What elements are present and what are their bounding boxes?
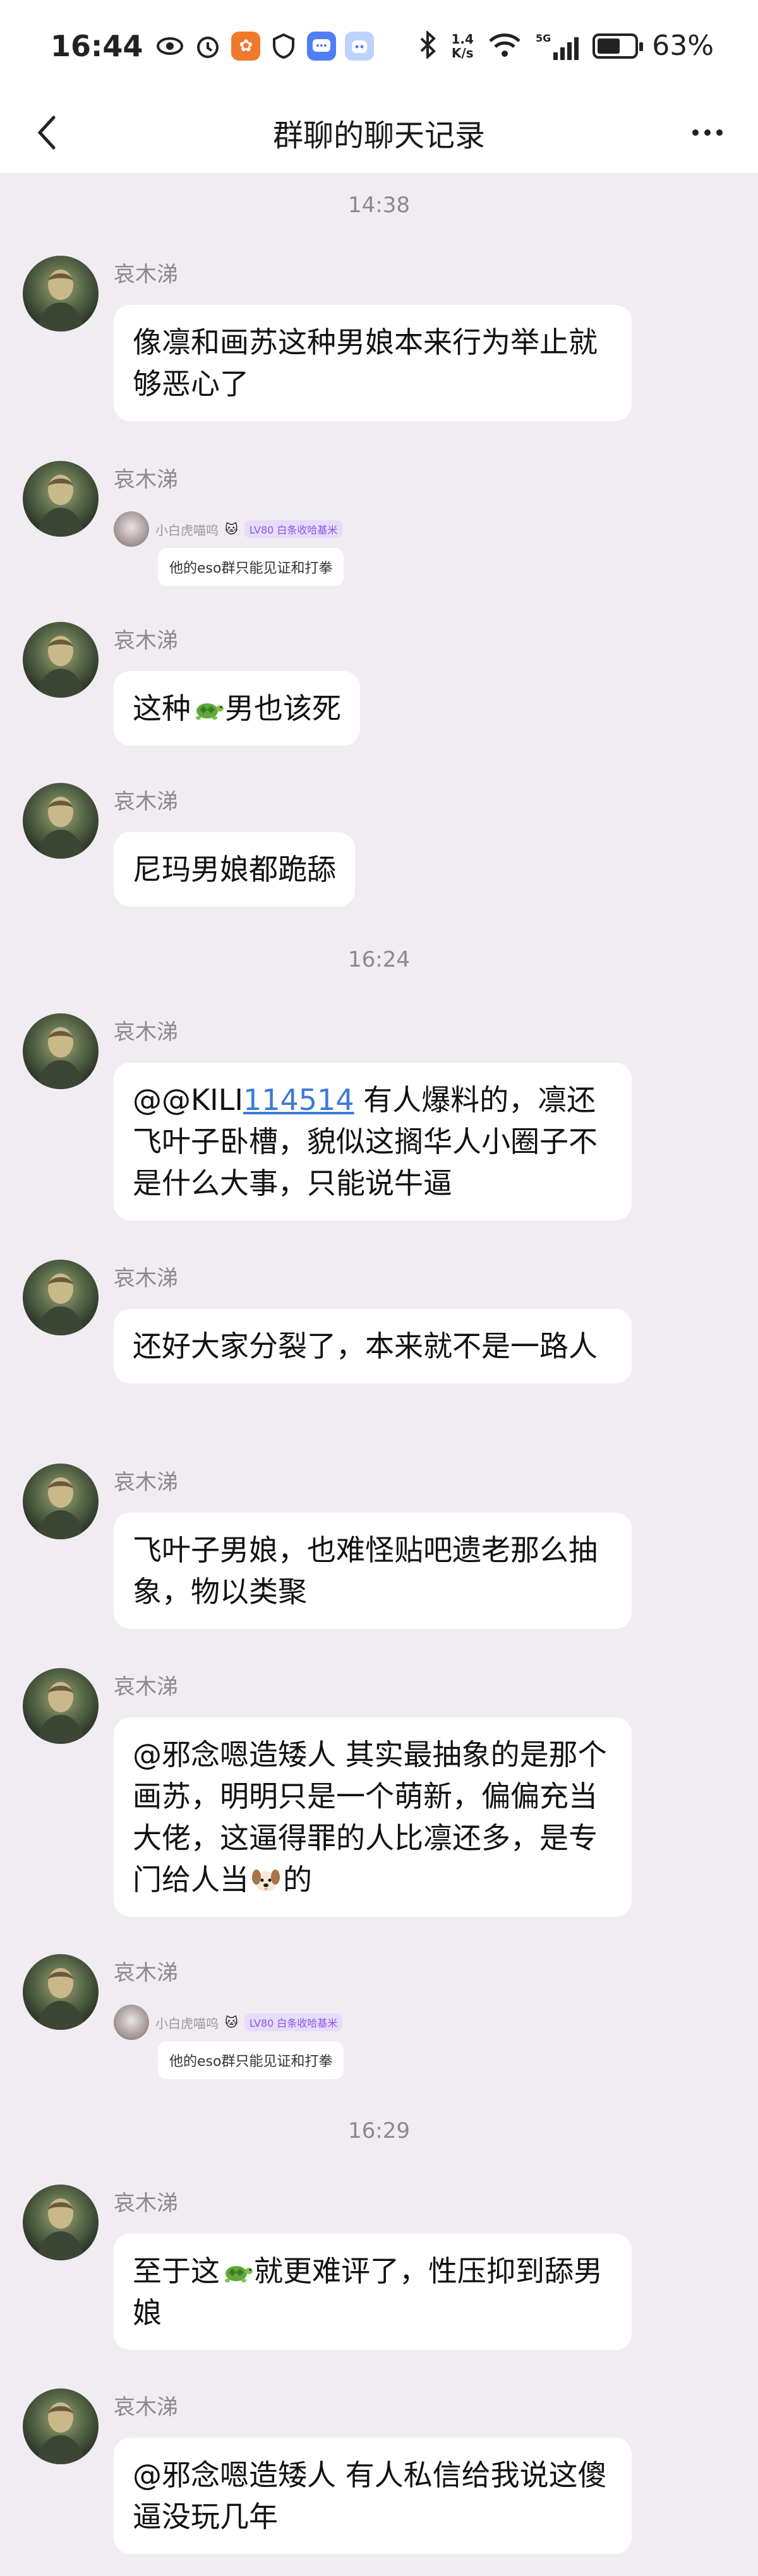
quoted-sender-name: 小白虎喵呜 [155,522,219,538]
back-button[interactable] [25,110,69,155]
message-text: @@KILI [133,1083,243,1117]
signal-label: 5G [535,32,551,44]
message-bubble[interactable]: 飞叶子男娘，也难怪贴吧遗老那么抽象，物以类聚 [114,1513,632,1629]
network-speed-unit: K/s [451,45,474,61]
level-badge: LV80 白条收哈基米 [244,2013,343,2031]
message-bubble[interactable]: @@KILI114514 有人爆料的，凛还飞叶子卧槽，貌似这搁华人小圈子不是什么… [114,1063,632,1220]
message-bubble[interactable]: 像凛和画苏这种男娘本来行为举止就够恶心了 [114,305,632,421]
eye-icon [155,31,185,61]
cellular-signal-icon: 5G [536,32,579,60]
turtle-emoji-icon [196,703,224,720]
message-bubble[interactable]: 尼玛男娘都跪舔 [114,832,355,907]
dog-emoji-icon [252,1869,280,1892]
message-text: @邪念嗯造矮人 有人私信给我说这傻逼没玩几年 [133,2458,607,2534]
avatar[interactable] [23,1954,99,2030]
more-dot-icon [692,129,699,136]
sender-name: 哀木涕 [114,262,178,287]
quoted-avatar [114,2005,149,2040]
quoted-message-bubble: 他的eso群只能见证和打拳 [158,548,344,586]
status-time: 16:44 [51,28,143,63]
more-dot-icon [716,129,723,136]
quoted-reply-card[interactable]: 小白虎喵呜 🐱 LV80 白条收哈基米 他的eso群只能见证和打拳 [114,2003,366,2079]
timestamp-separator: 16:29 [348,2118,410,2144]
message-bubble[interactable]: @邪念嗯造矮人 其实最抽象的是那个画苏，明明只是一个萌新，偏偏充当大佬，这逼得罪… [114,1717,632,1917]
avatar[interactable] [23,1013,99,1089]
app-shield-icon [269,31,299,61]
message-text: 这种 [133,691,191,725]
sender-name: 哀木涕 [114,1020,178,1045]
battery-percent: 63% [652,30,714,62]
avatar[interactable] [23,622,99,698]
chevron-left-icon [37,116,56,150]
app-notification-icon: ✿ [231,31,261,61]
message-text: 尼玛男娘都跪舔 [133,852,336,886]
phone-number-link[interactable]: 114514 [243,1083,354,1117]
sender-name: 哀木涕 [114,1960,178,1986]
network-speed-value: 1.4 [451,31,474,47]
avatar[interactable] [23,783,99,859]
quoted-avatar [114,511,149,547]
sender-name: 哀木涕 [114,628,178,653]
battery-icon [593,33,644,59]
more-options-button[interactable] [682,110,733,155]
chat-app-icon [307,31,337,61]
avatar[interactable] [23,461,99,537]
cat-emoji-icon: 🐱 [225,522,238,537]
sender-name: 哀木涕 [114,789,178,814]
wifi-icon [488,31,522,61]
more-dot-icon [704,129,711,136]
bluetooth-icon [419,30,438,61]
message-bubble[interactable]: 还好大家分裂了，本来就不是一路人 [114,1309,632,1383]
sender-name: 哀木涕 [114,2191,178,2216]
quoted-reply-card[interactable]: 小白虎喵呜 🐱 LV80 白条收哈基米 他的eso群只能见证和打拳 [114,510,366,586]
sender-name: 哀木涕 [114,2395,178,2420]
page-title: 群聊的聊天记录 [272,117,485,153]
message-text: 像凛和画苏这种男娘本来行为举止就够恶心了 [133,325,598,401]
message-bubble[interactable]: 这种 男也该死 [114,671,360,746]
battery-fill [598,38,620,54]
message-text: 飞叶子男娘，也难怪贴吧遗老那么抽象，物以类聚 [133,1533,598,1609]
message-bubble[interactable]: @邪念嗯造矮人 有人私信给我说这傻逼没玩几年 [114,2438,632,2554]
sender-name: 哀木涕 [114,1470,178,1495]
bot-app-icon [345,31,375,61]
alarm-icon [193,31,223,61]
cat-emoji-icon: 🐱 [225,2015,238,2030]
avatar[interactable] [23,1260,99,1335]
sender-name: 哀木涕 [114,1674,178,1700]
message-text: @邪念嗯造矮人 其实最抽象的是那个画苏，明明只是一个萌新，偏偏充当大佬，这逼得罪… [133,1738,607,1897]
timestamp-separator: 16:24 [348,947,410,972]
notification-icons: ✿ [155,31,375,61]
message-bubble[interactable]: 至于这 就更难评了，性压抑到舔男娘 [114,2234,632,2350]
avatar[interactable] [23,256,99,331]
timestamp-separator: 14:38 [348,193,410,218]
turtle-emoji-icon [225,2266,253,2282]
avatar[interactable] [23,1668,99,1744]
message-text: 还好大家分裂了，本来就不是一路人 [133,1329,598,1363]
quoted-message-bubble: 他的eso群只能见证和打拳 [158,2041,344,2079]
sender-name: 哀木涕 [114,1266,178,1291]
status-bar: 16:44 ✿ 1.4 K/s 5G 63% [0,0,758,92]
message-text: 男也该死 [225,691,341,725]
title-bar: 群聊的聊天记录 [0,92,758,174]
level-badge: LV80 白条收哈基米 [244,520,343,538]
avatar[interactable] [23,2185,99,2260]
sender-name: 哀木涕 [114,467,178,492]
message-text: 至于这 [133,2254,220,2288]
avatar[interactable] [23,1464,99,1539]
avatar[interactable] [23,2388,99,2464]
message-text: 的 [283,1863,312,1897]
network-speed: 1.4 K/s [452,32,474,60]
quoted-sender-name: 小白虎喵呜 [155,2015,219,2031]
